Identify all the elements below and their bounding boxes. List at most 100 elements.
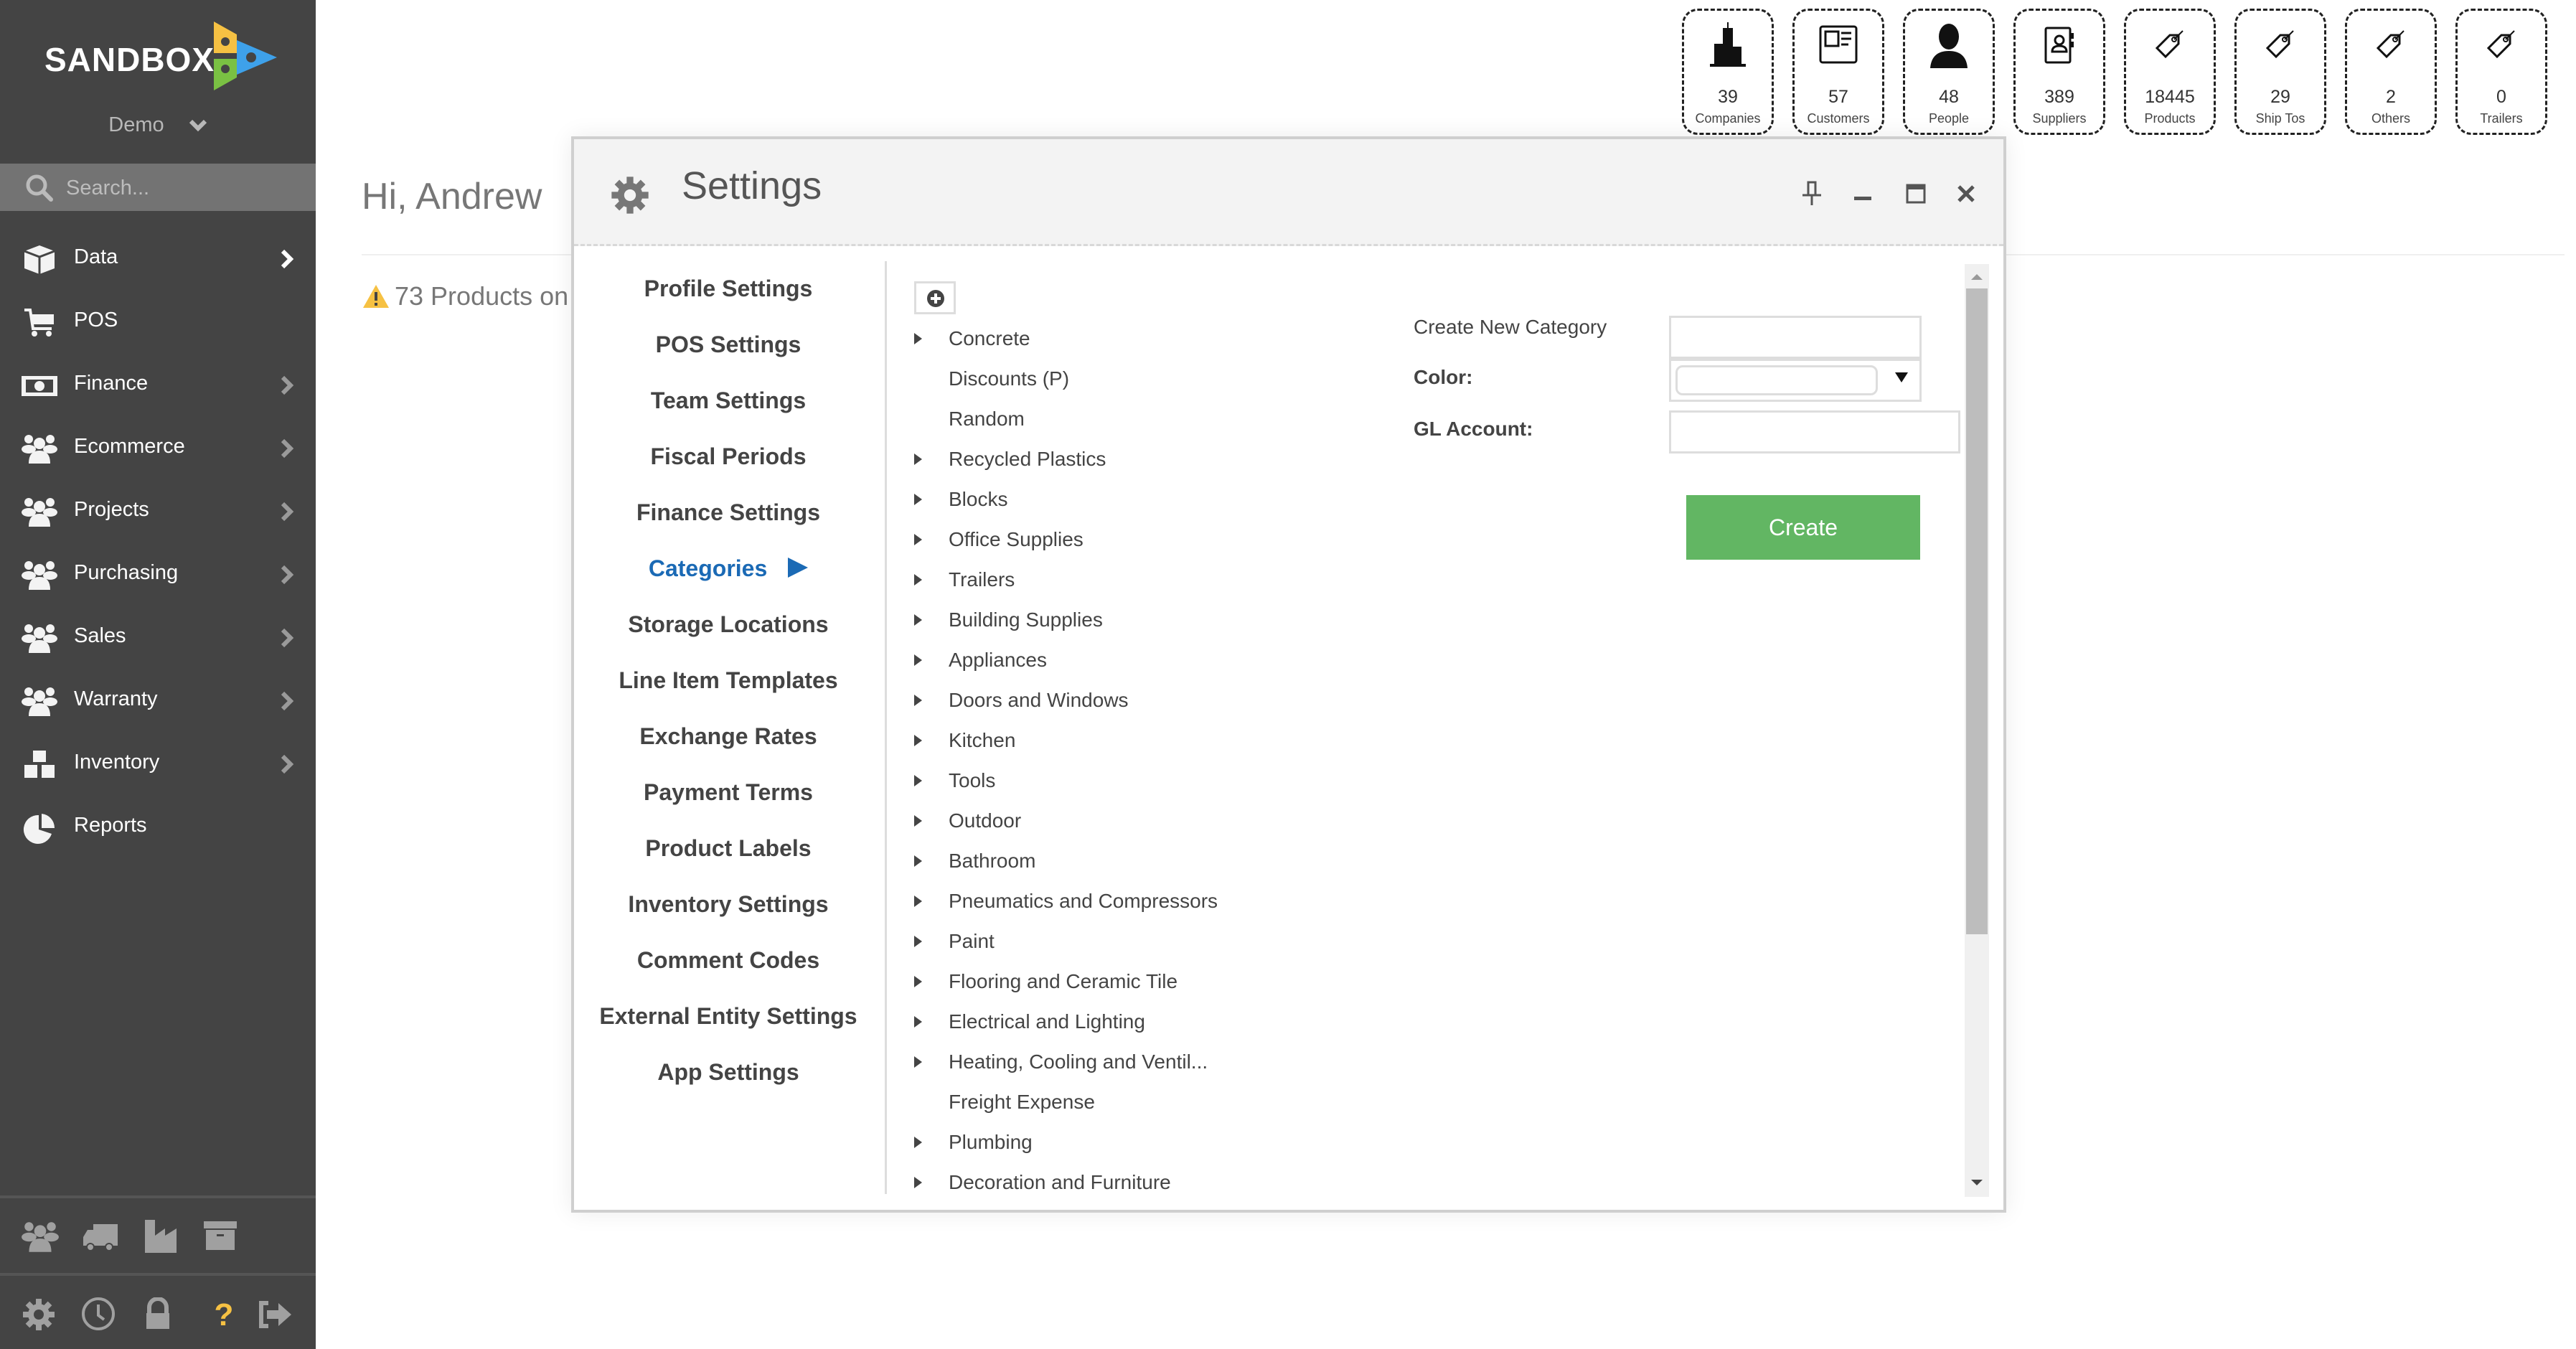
stat-ship-tos[interactable]: 29 Ship Tos <box>2234 9 2326 135</box>
sidebar-item-finance[interactable]: Finance <box>0 357 316 415</box>
expand-arrow-icon[interactable] <box>914 855 922 867</box>
scroll-down-icon[interactable] <box>1971 1180 1983 1185</box>
expand-arrow-icon[interactable] <box>914 574 922 586</box>
stat-trailers[interactable]: 0 Trailers <box>2455 9 2547 135</box>
create-button[interactable]: Create <box>1686 495 1920 560</box>
menu-inventory-settings[interactable]: Inventory Settings <box>574 891 883 918</box>
menu-product-labels[interactable]: Product Labels <box>574 835 883 862</box>
stat-suppliers[interactable]: 389 Suppliers <box>2013 9 2105 135</box>
sidebar-item-ecommerce[interactable]: Ecommerce <box>0 420 316 478</box>
menu-profile-settings[interactable]: Profile Settings <box>574 276 883 302</box>
stat-people[interactable]: 48 People <box>1903 9 1995 135</box>
stat-label: Trailers <box>2480 111 2523 126</box>
sidebar-item-purchasing[interactable]: Purchasing <box>0 547 316 604</box>
category-label: Paint <box>949 930 995 952</box>
pin-icon[interactable] <box>1798 179 1827 208</box>
scrollbar[interactable] <box>1965 264 1989 1197</box>
add-category-button[interactable] <box>914 281 956 314</box>
lock-icon[interactable] <box>141 1297 181 1338</box>
menu-payment-terms[interactable]: Payment Terms <box>574 779 883 806</box>
close-icon[interactable] <box>1953 179 1982 208</box>
category-name-input[interactable] <box>1669 316 1922 359</box>
expand-arrow-icon[interactable] <box>914 936 922 947</box>
menu-storage-locations[interactable]: Storage Locations <box>574 611 883 638</box>
gear-icon[interactable] <box>22 1297 62 1338</box>
clock-icon[interactable] <box>80 1296 121 1336</box>
expand-arrow-icon[interactable] <box>914 695 922 706</box>
workspace-selector[interactable]: Demo <box>0 113 316 138</box>
stat-value: 0 <box>2496 87 2506 107</box>
product-alert[interactable]: 73 Products on <box>362 281 568 311</box>
expand-arrow-icon[interactable] <box>914 534 922 545</box>
factory-icon[interactable] <box>141 1217 181 1257</box>
sidebar-item-projects[interactable]: Projects <box>0 484 316 541</box>
expand-arrow-icon[interactable] <box>914 1016 922 1028</box>
search-input[interactable] <box>65 171 297 205</box>
menu-team-settings[interactable]: Team Settings <box>574 387 883 414</box>
scroll-up-icon[interactable] <box>1971 274 1983 280</box>
menu-exchange-rates[interactable]: Exchange Rates <box>574 723 883 750</box>
sidebar-item-data[interactable]: Data <box>0 231 316 288</box>
sidebar-divider <box>0 1195 316 1198</box>
expand-arrow-icon[interactable] <box>914 1177 922 1188</box>
workspace-name: Demo <box>108 113 164 136</box>
expand-arrow-icon[interactable] <box>914 735 922 746</box>
scrollbar-thumb[interactable] <box>1966 288 1988 934</box>
users-icon[interactable] <box>20 1217 60 1257</box>
tag-icon <box>2126 19 2214 71</box>
truck-icon[interactable] <box>80 1217 121 1257</box>
expand-arrow-icon[interactable] <box>914 976 922 987</box>
category-label: Electrical and Lighting <box>949 1010 1145 1033</box>
sidebar-item-pos[interactable]: POS <box>0 294 316 352</box>
menu-line-item-templates[interactable]: Line Item Templates <box>574 667 883 694</box>
expand-arrow-icon[interactable] <box>914 775 922 786</box>
person-icon <box>1905 19 1993 71</box>
stat-products[interactable]: 18445 Products <box>2124 9 2216 135</box>
logo[interactable]: SANDBOX <box>44 20 281 92</box>
help-icon[interactable]: ? <box>204 1297 244 1338</box>
archive-icon[interactable] <box>201 1217 241 1257</box>
logout-icon[interactable] <box>257 1297 297 1338</box>
menu-finance-settings[interactable]: Finance Settings <box>574 499 883 526</box>
users-icon <box>20 686 59 718</box>
sidebar: SANDBOX Demo Data POS Finance <box>0 0 316 1349</box>
expand-arrow-icon[interactable] <box>914 896 922 907</box>
category-label: Doors and Windows <box>949 689 1129 711</box>
expand-arrow-icon[interactable] <box>914 1137 922 1148</box>
menu-pos-settings[interactable]: POS Settings <box>574 332 883 358</box>
color-select[interactable] <box>1669 359 1922 402</box>
stat-value: 18445 <box>2145 87 2195 107</box>
sidebar-item-inventory[interactable]: Inventory <box>0 736 316 794</box>
sidebar-item-reports[interactable]: Reports <box>0 799 316 857</box>
dialog-header[interactable]: Settings <box>574 139 2003 246</box>
expand-arrow-icon[interactable] <box>914 494 922 505</box>
menu-categories[interactable]: Categories <box>574 555 883 582</box>
sidebar-item-warranty[interactable]: Warranty <box>0 673 316 730</box>
stat-value: 389 <box>2044 87 2074 107</box>
expand-arrow-icon[interactable] <box>914 614 922 626</box>
menu-external-entity-settings[interactable]: External Entity Settings <box>574 1003 883 1030</box>
sidebar-item-sales[interactable]: Sales <box>0 610 316 667</box>
sidebar-item-label: Ecommerce <box>74 435 185 458</box>
menu-app-settings[interactable]: App Settings <box>574 1059 883 1086</box>
expand-arrow-icon[interactable] <box>914 815 922 827</box>
brand-name: SANDBOX <box>44 41 215 78</box>
stat-companies[interactable]: 39 Companies <box>1682 9 1774 135</box>
category-label: Outdoor <box>949 809 1022 832</box>
stat-others[interactable]: 2 Others <box>2345 9 2437 135</box>
cube-icon <box>20 244 59 276</box>
minimize-icon[interactable] <box>1850 179 1879 208</box>
gl-account-label: GL Account: <box>1414 418 1533 440</box>
color-swatch <box>1675 365 1878 395</box>
sidebar-item-label: Warranty <box>74 687 158 710</box>
menu-fiscal-periods[interactable]: Fiscal Periods <box>574 443 883 470</box>
maximize-icon[interactable] <box>1902 179 1930 208</box>
chevron-right-icon <box>280 627 294 652</box>
expand-arrow-icon[interactable] <box>914 333 922 344</box>
expand-arrow-icon[interactable] <box>914 453 922 465</box>
menu-comment-codes[interactable]: Comment Codes <box>574 947 883 974</box>
expand-arrow-icon[interactable] <box>914 654 922 666</box>
stat-customers[interactable]: 57 Customers <box>1792 9 1884 135</box>
expand-arrow-icon[interactable] <box>914 1056 922 1068</box>
gl-account-input[interactable] <box>1669 410 1960 453</box>
